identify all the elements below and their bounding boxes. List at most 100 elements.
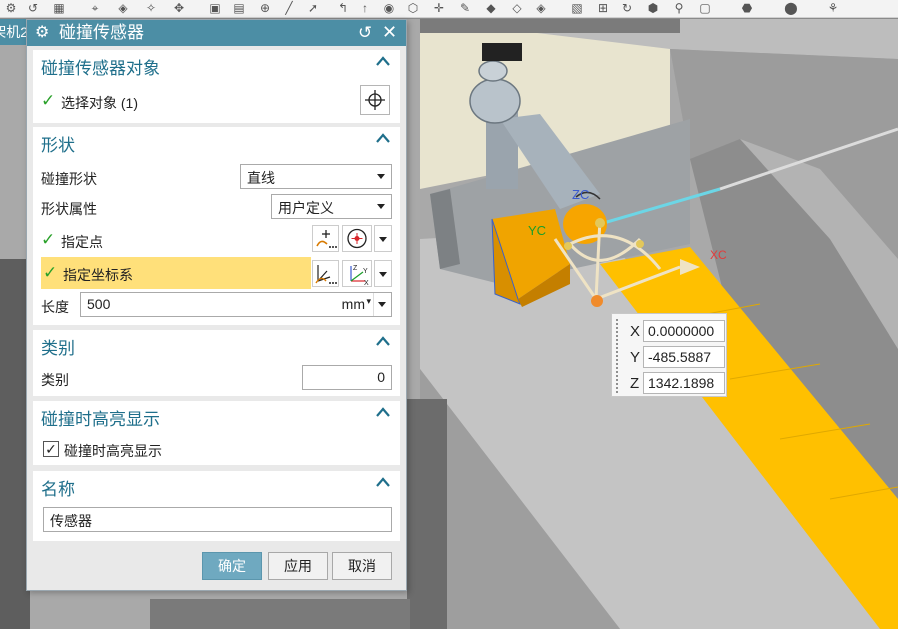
collapse-chevron-icon[interactable]	[376, 133, 390, 143]
toolbar-tool-icon[interactable]: ⬤	[784, 1, 798, 15]
section-header-object[interactable]: 碰撞传感器对象	[41, 54, 160, 79]
category-input[interactable]: 0	[302, 365, 392, 390]
window-tab-fragment[interactable]: 架机2	[0, 19, 28, 45]
toolbar-tool-icon[interactable]: ↻	[620, 1, 634, 15]
drag-grip-icon[interactable]	[615, 318, 620, 394]
inferred-csys-button[interactable]: Z Y X	[342, 260, 372, 287]
section-category: 类别 类别 0	[33, 330, 400, 396]
toolbar-tool-icon[interactable]: ▣	[208, 1, 222, 15]
inferred-point-icon	[347, 228, 367, 249]
unit-dropdown-icon[interactable]: ▾	[366, 296, 371, 307]
point-dialog-button[interactable]	[312, 225, 339, 252]
toolbar-tool-icon[interactable]: ⬢	[646, 1, 660, 15]
toolbar-tool-icon[interactable]: ⌖	[88, 1, 102, 15]
section-header-name[interactable]: 名称	[41, 475, 75, 500]
toolbar-tool-icon[interactable]: ⊞	[596, 1, 610, 15]
section-collision-object: 碰撞传感器对象 ✓ 选择对象 (1)	[33, 50, 400, 123]
toolbar-tool-icon[interactable]: ✎	[458, 1, 472, 15]
chevron-down-icon	[378, 302, 386, 307]
highlight-on-collision-checkbox[interactable]: ✓	[43, 441, 59, 457]
ok-button[interactable]: 确定	[202, 552, 262, 580]
cancel-button[interactable]: 取消	[332, 552, 392, 580]
toolbar-tool-icon[interactable]: ↰	[336, 1, 350, 15]
shape-property-label: 形状属性	[41, 201, 97, 217]
toolbar-tool-icon[interactable]: ⚙	[4, 1, 18, 15]
toolbar-tool-icon[interactable]: ◈	[116, 1, 130, 15]
toolbar-tool-icon[interactable]: ◈	[534, 1, 548, 15]
toolbar-tool-icon[interactable]: ⬣	[740, 1, 754, 15]
collision-shape-select[interactable]: 直线	[240, 164, 392, 189]
zc-axis-label: ZC	[572, 187, 589, 202]
check-icon: ✓	[41, 91, 56, 110]
toolbar-tool-icon[interactable]: ◆	[484, 1, 498, 15]
y-label: Y	[630, 349, 641, 366]
toolbar-tool-icon[interactable]: ╱	[282, 1, 296, 15]
toolbar-tool-icon[interactable]: ➚	[306, 1, 320, 15]
collapse-chevron-icon[interactable]	[376, 56, 390, 66]
check-icon: ✓	[41, 230, 56, 249]
y-coordinate-input[interactable]: -485.5887	[643, 346, 725, 368]
section-header-highlight[interactable]: 碰撞时高亮显示	[41, 405, 160, 430]
top-toolbar: ⚙ ↺ ▦ ⌖ ◈ ✧ ✥ ▣ ▤ ⊕ ╱ ➚ ↰ ↑ ◉ ⬡ ✛ ✎ ◆ ◇ …	[0, 0, 898, 18]
toolbar-tool-icon[interactable]: ⚘	[826, 1, 840, 15]
specify-csys-row[interactable]: ✓ 指定坐标系	[41, 257, 311, 289]
gear-icon[interactable]: ⚙	[35, 24, 49, 42]
point-type-dropdown[interactable]	[374, 225, 392, 252]
collision-shape-value: 直线	[247, 170, 275, 186]
highlight-on-collision-label[interactable]: 碰撞时高亮显示	[64, 441, 162, 461]
svg-text:Z: Z	[353, 265, 358, 272]
apply-button[interactable]: 应用	[268, 552, 328, 580]
shape-property-select[interactable]: 用户定义	[271, 194, 392, 219]
inferred-point-button[interactable]	[342, 225, 372, 252]
collapse-chevron-icon[interactable]	[376, 336, 390, 346]
svg-text:X: X	[364, 280, 369, 286]
section-highlight: 碰撞时高亮显示 ✓ 碰撞时高亮显示	[33, 401, 400, 465]
z-coordinate-input[interactable]: 1342.1898	[643, 372, 725, 394]
section-header-shape[interactable]: 形状	[41, 131, 75, 156]
dialog-title: 碰撞传感器	[59, 23, 144, 42]
collapse-chevron-icon[interactable]	[376, 407, 390, 417]
toolbar-tool-icon[interactable]: ⊕	[258, 1, 272, 15]
svg-text:Y: Y	[363, 268, 368, 275]
close-icon[interactable]: ✕	[382, 22, 397, 42]
toolbar-tool-icon[interactable]: ⚲	[672, 1, 686, 15]
section-shape: 形状 碰撞形状 直线 形状属性 用户定义 ✓ 指定点 ✓ 指定坐标系 Z Y X…	[33, 127, 400, 325]
crosshair-icon	[365, 90, 385, 110]
csys-type-dropdown[interactable]	[374, 260, 392, 287]
csys-axes-icon: Z Y X	[350, 265, 369, 287]
select-object-label[interactable]: 选择对象 (1)	[61, 93, 138, 113]
specify-point-label[interactable]: 指定点	[61, 232, 103, 252]
collision-shape-label: 碰撞形状	[41, 171, 97, 187]
toolbar-tool-icon[interactable]: ◇	[510, 1, 524, 15]
toolbar-tool-icon[interactable]: ↑	[358, 1, 372, 15]
toolbar-tool-icon[interactable]: ▦	[52, 1, 66, 15]
name-input[interactable]: 传感器	[43, 507, 392, 532]
toolbar-tool-icon[interactable]: ↺	[26, 1, 40, 15]
toolbar-tool-icon[interactable]: ◉	[382, 1, 396, 15]
reset-icon[interactable]: ↺	[358, 23, 372, 43]
toolbar-tool-icon[interactable]: ⬡	[406, 1, 420, 15]
csys-constructor-icon	[315, 265, 337, 284]
select-object-button[interactable]	[360, 85, 390, 115]
section-header-category[interactable]: 类别	[41, 334, 75, 359]
toolbar-tool-icon[interactable]: ✥	[172, 1, 186, 15]
dialog-titlebar[interactable]: ⚙ 碰撞传感器 ↺ ✕	[27, 20, 406, 46]
length-unit[interactable]: mm	[342, 296, 365, 312]
section-name: 名称 传感器	[33, 471, 400, 541]
x-coordinate-input[interactable]: 0.0000000	[643, 320, 725, 342]
toolbar-tool-icon[interactable]: ✛	[432, 1, 446, 15]
toolbar-tool-icon[interactable]: ▤	[232, 1, 246, 15]
shape-property-value: 用户定义	[278, 200, 334, 216]
toolbar-tool-icon[interactable]: ▢	[698, 1, 712, 15]
collision-sensor-dialog: ⚙ 碰撞传感器 ↺ ✕ 碰撞传感器对象 ✓ 选择对象 (1) 形状 碰撞形状 直…	[26, 19, 407, 591]
chevron-down-icon	[377, 174, 385, 179]
collapse-chevron-icon[interactable]	[376, 477, 390, 487]
toolbar-tool-icon[interactable]: ✧	[144, 1, 158, 15]
x-label: X	[630, 323, 641, 340]
z-label: Z	[630, 375, 640, 392]
length-input[interactable]: 500 mm ▾	[80, 292, 392, 317]
toolbar-tool-icon[interactable]: ▧	[570, 1, 584, 15]
yc-axis-label: YC	[528, 223, 546, 238]
category-label: 类别	[41, 372, 69, 388]
csys-dialog-button[interactable]	[312, 260, 339, 287]
